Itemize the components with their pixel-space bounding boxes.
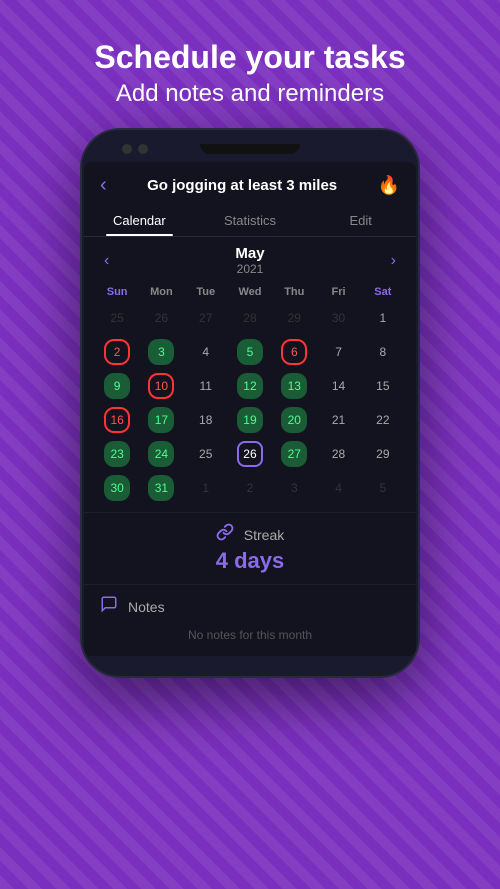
calendar-day[interactable]: 21: [317, 404, 359, 436]
calendar-day[interactable]: 16: [96, 404, 138, 436]
tab-edit[interactable]: Edit: [305, 205, 416, 236]
calendar-day[interactable]: 24: [140, 438, 182, 470]
dow-tue: Tue: [185, 282, 227, 302]
calendar-day[interactable]: 26: [229, 438, 271, 470]
calendar-day[interactable]: 1: [185, 472, 227, 504]
streak-row: Streak: [216, 523, 284, 546]
calendar-day[interactable]: 9: [96, 370, 138, 402]
calendar-day[interactable]: 22: [362, 404, 404, 436]
camera-left: [122, 144, 132, 154]
prev-month-button[interactable]: ‹: [96, 248, 117, 274]
calendar-day[interactable]: 15: [362, 370, 404, 402]
camera-right: [138, 144, 148, 154]
streak-section: Streak 4 days: [84, 512, 416, 584]
month-year-label: May 2021: [235, 245, 264, 276]
calendar-day[interactable]: 6: [273, 336, 315, 368]
calendar-day[interactable]: 28: [229, 302, 271, 334]
calendar-grid: Sun Mon Tue Wed Thu Fri Sat: [96, 282, 404, 302]
tab-calendar[interactable]: Calendar: [84, 205, 195, 236]
notes-empty-message: No notes for this month: [100, 624, 400, 646]
phone-frame: ‹ Go jogging at least 3 miles 🔥 Calendar…: [80, 128, 420, 678]
dow-wed: Wed: [229, 282, 271, 302]
calendar-day[interactable]: 17: [140, 404, 182, 436]
header-title-line1: Schedule your tasks: [20, 38, 480, 76]
header-section: Schedule your tasks Add notes and remind…: [0, 0, 500, 128]
calendar-day[interactable]: 18: [185, 404, 227, 436]
calendar-section: ‹ May 2021 › Sun Mon Tue Wed Thu Fri Sat…: [84, 237, 416, 512]
dow-sat: Sat: [362, 282, 404, 302]
calendar-day[interactable]: 25: [185, 438, 227, 470]
dow-thu: Thu: [273, 282, 315, 302]
streak-value: 4 days: [216, 548, 285, 574]
tab-bar: Calendar Statistics Edit: [84, 205, 416, 237]
calendar-day[interactable]: 19: [229, 404, 271, 436]
calendar-day[interactable]: 31: [140, 472, 182, 504]
calendar-day[interactable]: 28: [317, 438, 359, 470]
notes-section: Notes No notes for this month: [84, 584, 416, 656]
app-title: Go jogging at least 3 miles: [107, 177, 378, 194]
calendar-days: 2526272829301234567891011121314151617181…: [96, 302, 404, 504]
app-bar: ‹ Go jogging at least 3 miles 🔥: [84, 162, 416, 201]
calendar-day[interactable]: 26: [140, 302, 182, 334]
back-button[interactable]: ‹: [100, 174, 107, 197]
dow-fri: Fri: [317, 282, 359, 302]
calendar-day[interactable]: 12: [229, 370, 271, 402]
calendar-day[interactable]: 5: [229, 336, 271, 368]
calendar-day[interactable]: 29: [362, 438, 404, 470]
calendar-day[interactable]: 10: [140, 370, 182, 402]
calendar-day[interactable]: 2: [96, 336, 138, 368]
calendar-day[interactable]: 4: [317, 472, 359, 504]
calendar-day[interactable]: 30: [317, 302, 359, 334]
dow-mon: Mon: [140, 282, 182, 302]
calendar-day[interactable]: 29: [273, 302, 315, 334]
notes-row: Notes: [100, 595, 400, 618]
calendar-header: ‹ May 2021 ›: [96, 245, 404, 276]
streak-label: Streak: [244, 527, 284, 543]
calendar-day[interactable]: 20: [273, 404, 315, 436]
calendar-day[interactable]: 7: [317, 336, 359, 368]
calendar-day[interactable]: 8: [362, 336, 404, 368]
streak-icon: [216, 523, 234, 546]
phone-notch: [200, 144, 300, 154]
calendar-day[interactable]: 27: [185, 302, 227, 334]
calendar-day[interactable]: 3: [273, 472, 315, 504]
calendar-day[interactable]: 30: [96, 472, 138, 504]
calendar-day[interactable]: 4: [185, 336, 227, 368]
notes-icon: [100, 595, 118, 618]
calendar-day[interactable]: 14: [317, 370, 359, 402]
calendar-day[interactable]: 5: [362, 472, 404, 504]
calendar-day[interactable]: 23: [96, 438, 138, 470]
calendar-day[interactable]: 2: [229, 472, 271, 504]
calendar-day[interactable]: 3: [140, 336, 182, 368]
notes-label: Notes: [128, 599, 165, 615]
header-title-line2: Add notes and reminders: [20, 80, 480, 108]
phone-screen: ‹ Go jogging at least 3 miles 🔥 Calendar…: [84, 162, 416, 656]
calendar-day[interactable]: 1: [362, 302, 404, 334]
dow-sun: Sun: [96, 282, 138, 302]
calendar-day[interactable]: 27: [273, 438, 315, 470]
calendar-day[interactable]: 11: [185, 370, 227, 402]
calendar-day[interactable]: 13: [273, 370, 315, 402]
tab-statistics[interactable]: Statistics: [195, 205, 306, 236]
calendar-day[interactable]: 25: [96, 302, 138, 334]
next-month-button[interactable]: ›: [383, 248, 404, 274]
phone-top: [82, 144, 418, 154]
flame-icon: 🔥: [378, 175, 400, 196]
